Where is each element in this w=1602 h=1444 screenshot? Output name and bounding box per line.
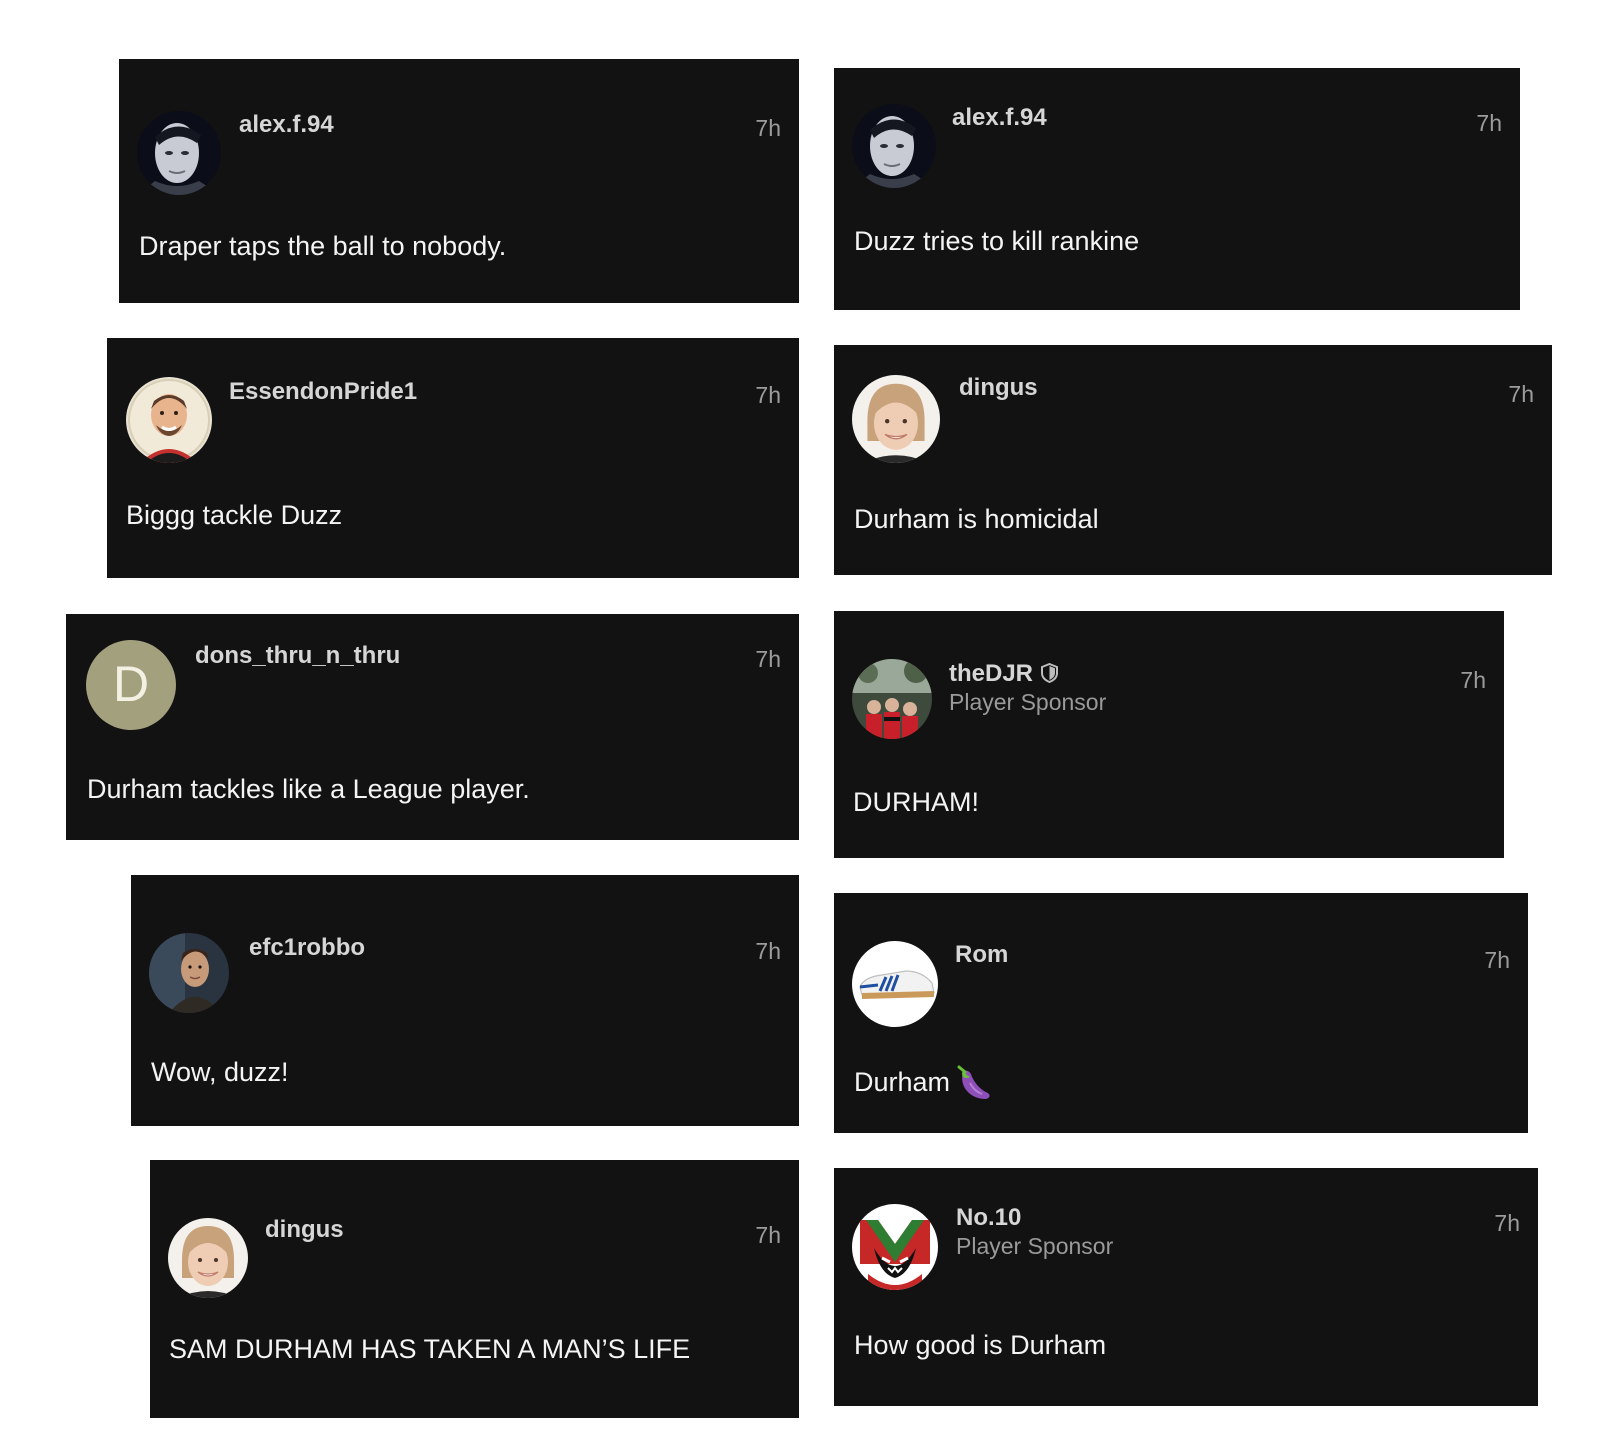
comment-text: DURHAM! <box>853 787 979 817</box>
timestamp: 7h <box>1484 947 1510 973</box>
comment-text: Draper taps the ball to nobody. <box>139 231 507 261</box>
timestamp: 7h <box>1460 667 1486 693</box>
username[interactable]: dons_thru_n_thru <box>195 642 400 670</box>
comment-text: Biggg tackle Duzz <box>126 500 343 530</box>
comment-card[interactable]: dingus 7h Durham is homicidal <box>834 345 1552 575</box>
comment-text: Durham is homicidal <box>854 504 1099 534</box>
avatar[interactable] <box>126 377 212 463</box>
avatar[interactable] <box>137 111 221 195</box>
avatar[interactable] <box>168 1218 248 1298</box>
avatar[interactable] <box>852 659 932 739</box>
comment-card[interactable]: Rom 7h Durham <box>834 893 1528 1133</box>
username[interactable]: dingus <box>265 1216 344 1244</box>
timestamp: 7h <box>755 115 781 141</box>
username[interactable]: dingus <box>959 374 1038 402</box>
comment-text: How good is Durham <box>854 1330 1107 1360</box>
avatar[interactable] <box>852 941 938 1027</box>
eggplant-emoji <box>957 1065 990 1099</box>
username-text[interactable]: theDJR <box>949 660 1033 687</box>
comment-card[interactable]: efc1robbo 7h Wow, duzz! <box>131 875 799 1126</box>
timestamp: 7h <box>1476 110 1502 136</box>
comment-text-content: Durham <box>854 1067 951 1097</box>
comment-text: Duzz tries to kill rankine <box>854 226 1140 256</box>
sponsor-label: Player Sponsor <box>956 1233 1114 1259</box>
comment-text: Wow, duzz! <box>151 1057 289 1087</box>
timestamp: 7h <box>1494 1210 1520 1236</box>
comment-card[interactable]: theDJR Player Sponsor 7h DURHAM! <box>834 611 1504 858</box>
username[interactable]: efc1robbo <box>249 934 365 962</box>
comment-text: Durham tackles like a League player. <box>87 774 530 804</box>
timestamp: 7h <box>755 646 781 672</box>
comment-text: Durham <box>854 1063 994 1101</box>
comment-card[interactable]: alex.f.94 7h Duzz tries to kill rankine <box>834 68 1520 310</box>
username[interactable]: alex.f.94 <box>952 104 1047 132</box>
timestamp: 7h <box>755 382 781 408</box>
comment-card[interactable]: D dons_thru_n_thru 7h Durham tackles lik… <box>66 614 799 840</box>
avatar[interactable] <box>852 104 936 188</box>
comment-card[interactable]: dingus 7h SAM DURHAM HAS TAKEN A MAN’S L… <box>150 1160 799 1418</box>
comment-card[interactable]: EssendonPride1 7h Biggg tackle Duzz <box>107 338 799 578</box>
letter-avatar[interactable]: D <box>86 640 176 730</box>
sponsor-label: Player Sponsor <box>949 689 1107 715</box>
username[interactable]: Rom <box>955 941 1008 969</box>
username[interactable]: EssendonPride1 <box>229 378 417 406</box>
timestamp: 7h <box>1508 381 1534 407</box>
shield-icon <box>1041 663 1059 683</box>
username[interactable]: theDJR <box>949 660 1059 688</box>
timestamp: 7h <box>755 938 781 964</box>
avatar[interactable] <box>852 1204 938 1290</box>
avatar[interactable] <box>149 933 229 1013</box>
timestamp: 7h <box>755 1222 781 1248</box>
comment-text: SAM DURHAM HAS TAKEN A MAN’S LIFE <box>169 1334 691 1364</box>
username[interactable]: alex.f.94 <box>239 111 334 139</box>
comment-card[interactable]: No.10 Player Sponsor 7h How good is Durh… <box>834 1168 1538 1406</box>
avatar[interactable] <box>852 375 940 463</box>
comment-card[interactable]: alex.f.94 7h Draper taps the ball to nob… <box>119 59 799 303</box>
username[interactable]: No.10 <box>956 1204 1021 1232</box>
